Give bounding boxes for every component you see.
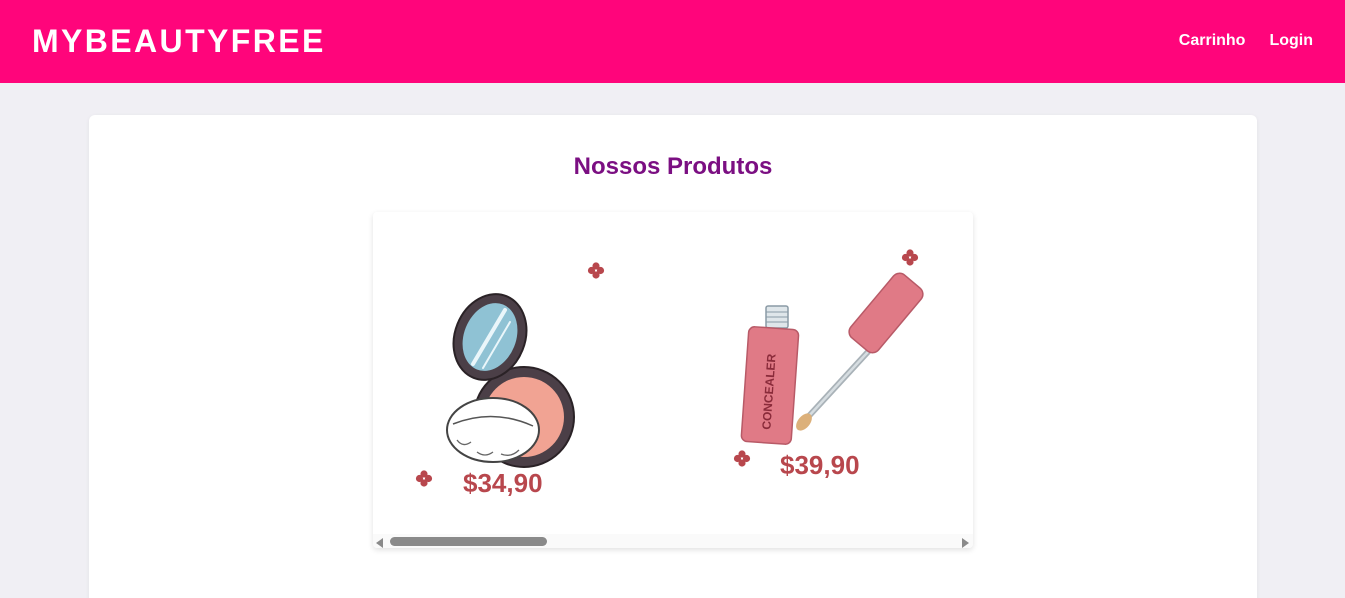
product-card[interactable]: $34,90 [373,212,673,534]
concealer-icon: CONCEALER [733,249,924,467]
scrollbar-thumb[interactable] [390,537,547,546]
product-carousel[interactable]: $34,90 CONCEALER $39,90 [373,212,973,548]
product-price: $34,90 [463,468,543,498]
brand-logo[interactable]: MYBEAUTYFREE [32,22,326,60]
scroll-left-arrow-icon[interactable] [376,538,383,548]
main-nav: Carrinho Login [1179,31,1313,51]
top-navbar: MYBEAUTYFREE Carrinho Login [0,0,1345,83]
cart-link[interactable]: Carrinho [1179,31,1246,51]
scroll-right-arrow-icon[interactable] [962,538,969,548]
horizontal-scrollbar[interactable] [373,534,973,548]
product-card[interactable]: CONCEALER $39,90 [673,212,973,534]
product-price: $39,90 [780,450,860,480]
page-title: Nossos Produtos [573,153,773,180]
carousel-viewport: $34,90 CONCEALER $39,90 [373,212,973,534]
login-link[interactable]: Login [1269,31,1313,51]
products-card: Nossos Produtos $34,90 CONCEALER $39,90 [89,115,1257,598]
